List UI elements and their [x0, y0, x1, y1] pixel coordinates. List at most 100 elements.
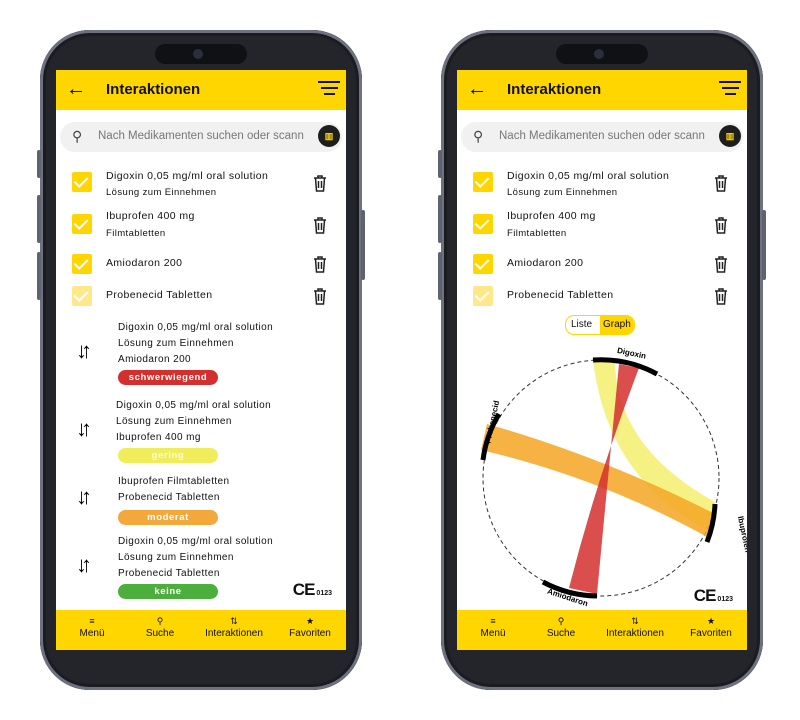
star-icon: ★	[305, 616, 315, 626]
graph-toggle-button[interactable]: Graph	[603, 319, 631, 330]
interaction-arrows-icon: ↓↑	[76, 416, 92, 441]
medication-name: Ibuprofen 400 mg	[106, 210, 195, 222]
list-item[interactable]: Amiodaron 200	[457, 246, 747, 282]
search-icon: ⚲	[72, 128, 83, 144]
checkbox-checked-icon[interactable]	[72, 254, 92, 274]
side-button	[361, 210, 365, 280]
page-title: Interaktionen	[507, 81, 602, 98]
phone-right: ← Interaktionen ⚲ Nach Medikamenten such…	[438, 30, 766, 690]
list-item[interactable]: Ibuprofen 400 mg Filmtabletten	[56, 204, 346, 244]
nav-menu[interactable]: ≡ Menü	[457, 616, 529, 639]
label-ibuprofen: Ibuprofen	[736, 515, 747, 553]
checkbox-checked-icon[interactable]	[473, 214, 493, 234]
checkbox-checked-icon[interactable]	[473, 286, 493, 306]
camera	[193, 49, 203, 59]
severity-badge: schwerwiegend	[118, 370, 218, 385]
checkbox-checked-icon[interactable]	[473, 172, 493, 192]
ce-number: 0123	[316, 590, 332, 597]
nav-interactions[interactable]: ⇅ Interaktionen	[198, 616, 270, 639]
nav-search[interactable]: ⚲ Suche	[525, 616, 597, 639]
back-arrow-icon[interactable]: ←	[66, 78, 86, 101]
trash-icon[interactable]	[713, 287, 729, 305]
checkbox-checked-icon[interactable]	[473, 254, 493, 274]
label-digoxin: Digoxin	[616, 346, 647, 361]
app-bar: ← Interaktionen	[56, 70, 346, 110]
nav-favorites[interactable]: ★ Favoriten	[675, 616, 747, 639]
filter-icon[interactable]	[318, 81, 340, 99]
list-item[interactable]: Amiodaron 200	[56, 246, 346, 282]
checkbox-checked-icon[interactable]	[72, 286, 92, 306]
interaction-drug-2: Amiodaron 200	[118, 354, 192, 365]
search-icon: ⚲	[156, 616, 164, 626]
list-item[interactable]: Digoxin 0,05 mg/ml oral solution Lösung …	[56, 162, 346, 202]
ce-symbol: CE	[693, 586, 717, 605]
severity-badge: gering	[118, 448, 218, 463]
medication-form: Filmtabletten	[507, 228, 567, 239]
medication-name: Probenecid Tabletten	[106, 289, 213, 301]
list-item[interactable]: Probenecid Tabletten	[457, 278, 747, 314]
interaction-drug-1-form: Lösung zum Einnehmen	[118, 552, 234, 563]
barcode-scan-icon[interactable]: ▥	[318, 125, 340, 147]
barcode-scan-icon[interactable]: ▥	[719, 125, 741, 147]
nav-label: Suche	[145, 628, 175, 639]
interaction-drug-1: Digoxin 0,05 mg/ml oral solution	[116, 400, 272, 411]
interaction-drug-1-form: Lösung zum Einnehmen	[118, 338, 234, 349]
nav-label: Menü	[480, 628, 506, 639]
medication-name: Probenecid Tabletten	[507, 289, 614, 301]
trash-icon[interactable]	[713, 216, 729, 234]
ce-mark: CE 0123	[694, 586, 733, 606]
view-toggle[interactable]: Liste Graph	[565, 315, 635, 335]
side-button	[37, 150, 41, 178]
list-item[interactable]: Probenecid Tabletten	[56, 278, 346, 314]
search-bar[interactable]: ⚲ Nach Medikamenten suchen oder scann ▥	[461, 122, 743, 152]
nav-search[interactable]: ⚲ Suche	[124, 616, 196, 639]
bottom-nav: ≡ Menü ⚲ Suche ⇅ Interaktionen ★ Favoriten	[56, 610, 346, 650]
trash-icon[interactable]	[713, 174, 729, 192]
search-bar[interactable]: ⚲ Nach Medikamenten suchen oder scann ▥	[60, 122, 342, 152]
nav-menu[interactable]: ≡ Menü	[56, 616, 128, 639]
camera	[594, 49, 604, 59]
phone-left: ← Interaktionen ⚲ Nach Medikamenten such…	[37, 30, 365, 690]
side-button	[438, 252, 442, 300]
ce-mark: CE 0123	[293, 580, 332, 600]
app-bar: ← Interaktionen	[457, 70, 747, 110]
search-input[interactable]: Nach Medikamenten suchen oder scann	[499, 130, 709, 142]
nav-label: Favoriten	[289, 628, 331, 639]
medication-name: Amiodaron 200	[106, 257, 183, 269]
checkbox-checked-icon[interactable]	[72, 214, 92, 234]
medication-form: Filmtabletten	[106, 228, 166, 239]
nav-favorites[interactable]: ★ Favoriten	[274, 616, 346, 639]
filter-icon[interactable]	[719, 81, 741, 99]
list-item[interactable]: Ibuprofen 400 mg Filmtabletten	[457, 204, 747, 244]
ce-number: 0123	[717, 596, 733, 603]
trash-icon[interactable]	[713, 255, 729, 273]
medication-name: Digoxin 0,05 mg/ml oral solution	[507, 170, 670, 182]
swap-icon: ⇅	[631, 616, 639, 626]
side-button	[438, 195, 442, 243]
interaction-drug-1: Ibuprofen Filmtabletten	[118, 476, 230, 487]
trash-icon[interactable]	[312, 216, 328, 234]
nav-interactions[interactable]: ⇅ Interaktionen	[599, 616, 671, 639]
search-input[interactable]: Nach Medikamenten suchen oder scann	[98, 130, 308, 142]
screen: ← Interaktionen ⚲ Nach Medikamenten such…	[457, 70, 747, 650]
trash-icon[interactable]	[312, 255, 328, 273]
interaction-arrows-icon: ↓↑	[76, 338, 92, 363]
severity-badge: keine	[118, 584, 218, 599]
ce-symbol: CE	[292, 580, 316, 599]
side-button	[438, 150, 442, 178]
checkbox-checked-icon[interactable]	[72, 172, 92, 192]
nav-label: Interaktionen	[606, 628, 664, 639]
back-arrow-icon[interactable]: ←	[467, 78, 487, 101]
interaction-drug-1-form: Lösung zum Einnehmen	[116, 416, 232, 427]
search-icon: ⚲	[557, 616, 565, 626]
trash-icon[interactable]	[312, 287, 328, 305]
menu-icon: ≡	[89, 616, 95, 626]
side-button	[37, 195, 41, 243]
side-button	[37, 252, 41, 300]
list-item[interactable]: Digoxin 0,05 mg/ml oral solution Lösung …	[457, 162, 747, 202]
trash-icon[interactable]	[312, 174, 328, 192]
list-toggle-button[interactable]: Liste	[571, 319, 592, 330]
camera-notch	[556, 44, 648, 64]
nav-label: Interaktionen	[205, 628, 263, 639]
interaction-drug-2: Probenecid Tabletten	[118, 492, 220, 503]
